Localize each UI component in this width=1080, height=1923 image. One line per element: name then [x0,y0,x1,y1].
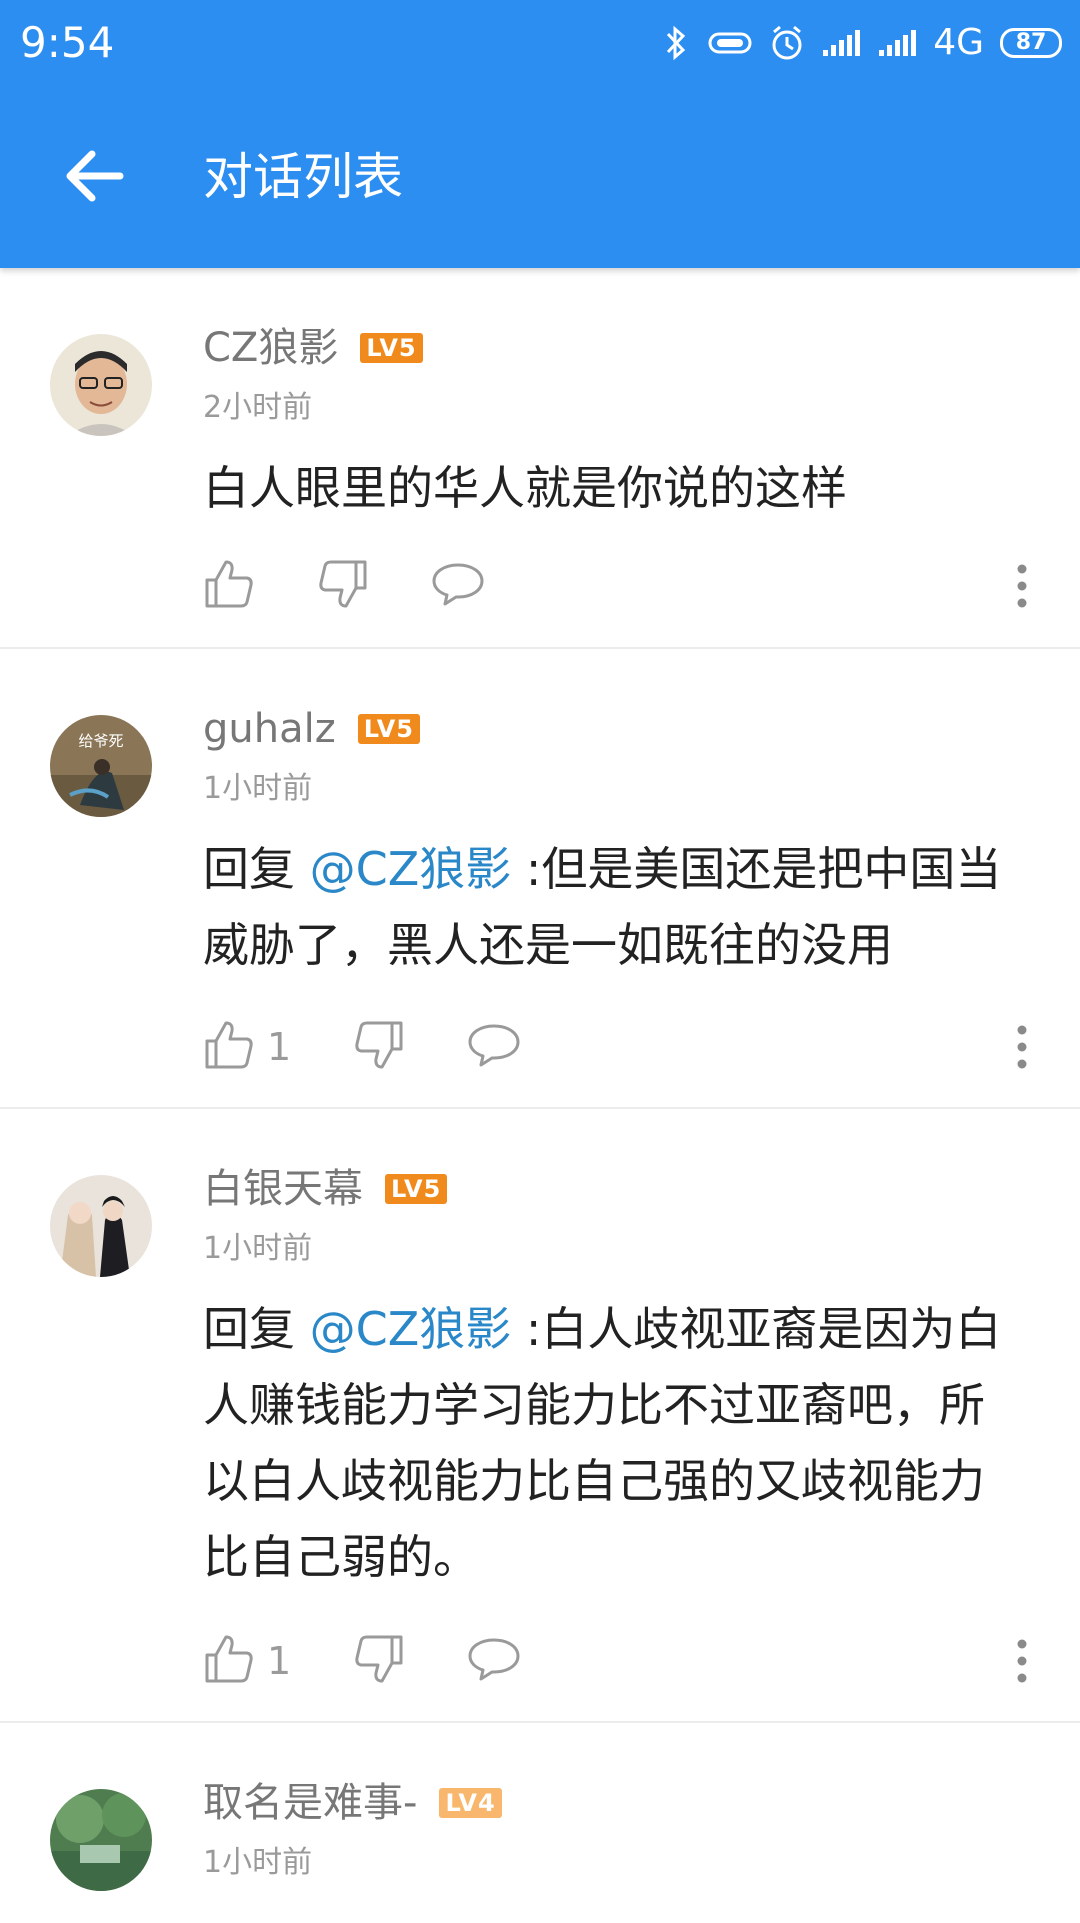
thumbs-up-icon [203,1019,255,1075]
user-row: guhalz LV5 [203,703,420,755]
reply-button[interactable] [467,1636,521,1686]
username[interactable]: guhalz [203,703,336,755]
avatar[interactable] [50,1789,152,1891]
dislike-button[interactable] [353,1019,405,1075]
user-row: CZ狼影 LV5 [203,322,423,374]
mention-link[interactable]: @CZ狼影 [310,1302,512,1356]
bluetooth-icon [661,23,691,63]
timestamp: 1小时前 [203,771,313,806]
level-badge: LV4 [439,1788,502,1818]
comment-list: CZ狼影 LV5 2小时前 白人眼里的华人就是你说的这样 给爷死 guhalz … [0,268,1080,1923]
dislike-button[interactable] [317,558,369,614]
status-icons: 4G 87 [661,18,1062,68]
like-count: 1 [267,1639,292,1683]
avatar[interactable]: 给爷死 [50,715,152,817]
more-options-icon[interactable] [1012,1631,1032,1691]
comment-text-content: 白人眼里的华人就是你说的这样 [203,461,847,515]
like-count: 1 [267,1025,292,1069]
comment-bubble-icon [467,1636,521,1686]
thumbs-down-icon [353,1019,405,1075]
comment-item: 白银天幕 LV5 1小时前 回复 @CZ狼影 :白人歧视亚裔是因为白人赚钱能力学… [0,1109,1080,1723]
timestamp: 1小时前 [203,1231,313,1266]
mention-link[interactable]: @CZ狼影 [310,842,512,896]
page-title: 对话列表 [203,148,403,206]
reply-button[interactable] [467,1022,521,1072]
reply-prefix: 回复 [203,1302,310,1356]
avatar[interactable] [50,334,152,436]
battery-level: 87 [1015,30,1047,55]
signal-icon [877,28,917,58]
comment-text: 回复 @CZ狼影 :白人歧视亚裔是因为白人赚钱能力学习能力比不过亚裔吧，所以白人… [203,1291,1023,1595]
level-badge: LV5 [385,1174,448,1204]
username[interactable]: 取名是难事- [203,1777,417,1829]
username[interactable]: 白银天幕 [203,1163,363,1215]
comment-item: 取名是难事- LV4 1小时前 [0,1723,1080,1923]
thumbs-up-icon [203,558,255,614]
alarm-icon [769,23,805,63]
level-badge: LV5 [360,333,423,363]
link-icon [707,28,753,58]
user-row: 白银天幕 LV5 [203,1163,448,1215]
comment-text: 白人眼里的华人就是你说的这样 [203,450,1023,526]
avatar-caption: 给爷死 [78,732,124,750]
action-bar: 1 [203,1017,521,1077]
app-bar: 9:54 4G 87 对话列表 [0,0,1080,268]
user-row: 取名是难事- LV4 [203,1777,502,1829]
more-options-icon[interactable] [1012,1017,1032,1077]
network-type: 4G [933,22,984,63]
thumbs-down-icon [317,558,369,614]
back-arrow-icon[interactable] [58,140,130,212]
reply-prefix: 回复 [203,842,310,896]
comment-item: CZ狼影 LV5 2小时前 白人眼里的华人就是你说的这样 [0,268,1080,649]
action-bar: 1 [203,1631,521,1691]
status-time: 9:54 [20,18,115,67]
like-button[interactable] [203,558,255,614]
timestamp: 2小时前 [203,390,313,425]
like-button[interactable]: 1 [203,1633,291,1689]
timestamp: 1小时前 [203,1845,313,1880]
action-bar [203,556,485,616]
dislike-button[interactable] [353,1633,405,1689]
thumbs-up-icon [203,1633,255,1689]
battery-icon: 87 [1000,28,1062,58]
level-badge: LV5 [357,714,420,744]
comment-item: 给爷死 guhalz LV5 1小时前 回复 @CZ狼影 :但是美国还是把中国当… [0,649,1080,1109]
avatar[interactable] [50,1175,152,1277]
reply-button[interactable] [431,561,485,611]
like-button[interactable]: 1 [203,1019,291,1075]
signal-icon [821,28,861,58]
username[interactable]: CZ狼影 [203,322,338,374]
more-options-icon[interactable] [1012,556,1032,616]
thumbs-down-icon [353,1633,405,1689]
comment-bubble-icon [467,1022,521,1072]
comment-text: 回复 @CZ狼影 :但是美国还是把中国当威胁了，黑人还是一如既往的没用 [203,831,1023,983]
comment-bubble-icon [431,561,485,611]
